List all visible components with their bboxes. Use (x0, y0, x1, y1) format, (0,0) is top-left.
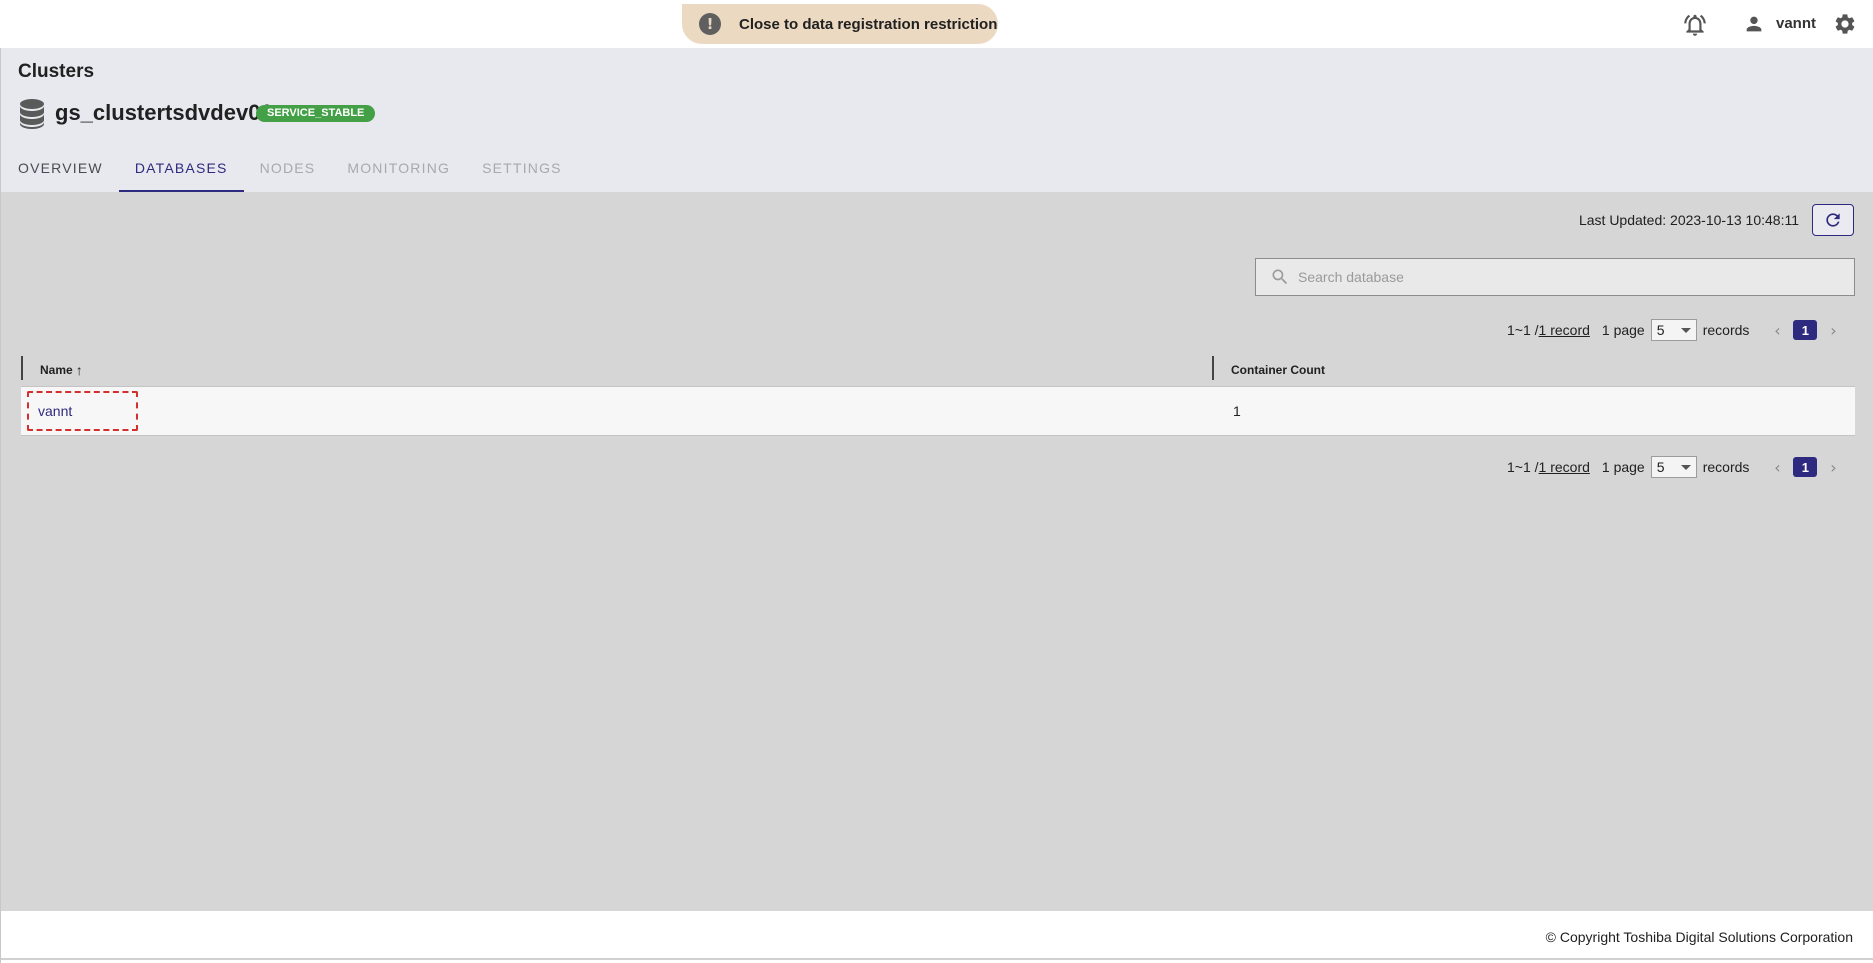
tab-settings[interactable]: SETTINGS (466, 146, 578, 192)
search-input[interactable] (1298, 269, 1838, 285)
container-count-cell: 1 (1233, 403, 1241, 419)
record-range: 1~1 / (1507, 322, 1539, 338)
page-size-select[interactable]: 5 (1650, 319, 1697, 341)
table-header: Name ↑ Container Count (21, 354, 1855, 386)
records-label: records (1702, 322, 1750, 338)
page-count: 1 page (1601, 322, 1645, 338)
database-name-link[interactable]: vannt (38, 387, 72, 435)
pagination-top: 1~1 / 1 record 1 page 5 records ‹ 1 › (1507, 318, 1843, 342)
sort-ascending-icon: ↑ (75, 362, 83, 378)
caret-down-icon (1680, 327, 1691, 333)
refresh-icon (1826, 213, 1840, 227)
bell-alert-icon[interactable] (1682, 12, 1708, 38)
gear-icon[interactable] (1833, 12, 1857, 36)
search-box[interactable] (1255, 258, 1855, 296)
alert-text: Close to data registration restriction (739, 15, 998, 33)
page-number-button[interactable]: 1 (1793, 457, 1818, 477)
record-range: 1~1 / (1507, 459, 1539, 475)
search-icon (1272, 269, 1288, 285)
username[interactable]: vannt (1776, 15, 1816, 32)
chevron-left-icon[interactable]: ‹ (1767, 320, 1787, 340)
footer: © Copyright Toshiba Digital Solutions Co… (0, 911, 1873, 963)
pagination-bottom: 1~1 / 1 record 1 page 5 records ‹ 1 › (1507, 455, 1843, 479)
chevron-left-icon[interactable]: ‹ (1767, 457, 1787, 477)
status-badge: SERVICE_STABLE (256, 105, 376, 122)
chevron-right-icon[interactable]: › (1823, 457, 1843, 477)
copyright-text: © Copyright Toshiba Digital Solutions Co… (1545, 929, 1853, 945)
tab-nodes[interactable]: NODES (244, 146, 332, 192)
table-row[interactable]: vannt 1 (21, 386, 1855, 436)
page-title: Clusters (18, 61, 95, 82)
cluster-tabs: OVERVIEW DATABASES NODES MONITORING SETT… (1, 146, 578, 192)
tab-monitoring[interactable]: MONITORING (331, 146, 466, 192)
column-header-name[interactable]: Name ↑ (40, 354, 83, 386)
column-divider[interactable] (1212, 356, 1214, 380)
exclamation-icon: ! (699, 13, 721, 35)
column-header-container-count[interactable]: Container Count (1231, 354, 1325, 386)
column-name-label: Name (40, 363, 73, 377)
caret-down-icon (1680, 464, 1691, 470)
page-number-button[interactable]: 1 (1793, 320, 1818, 340)
last-updated-text: Last Updated: 2023-10-13 10:48:11 (1578, 212, 1799, 228)
refresh-button[interactable] (1812, 204, 1854, 236)
page-size-value: 5 (1656, 459, 1665, 475)
database-icon (20, 99, 44, 129)
column-divider[interactable] (21, 356, 23, 380)
database-name[interactable]: vannt (38, 403, 72, 419)
cluster-header: Clusters gs_clustertsdvdev01 SERVICE_STA… (0, 48, 1873, 192)
page-size-value: 5 (1656, 322, 1665, 338)
footer-divider (1, 958, 1873, 960)
tab-databases[interactable]: DATABASES (118, 146, 244, 192)
database-table: Name ↑ Container Count vannt 1 (21, 354, 1855, 436)
tab-overview[interactable]: OVERVIEW (1, 146, 119, 192)
user-icon[interactable] (1743, 13, 1765, 35)
records-label: records (1702, 459, 1750, 475)
data-restriction-alert[interactable]: ! Close to data registration restriction (682, 4, 998, 44)
cluster-name: gs_clustertsdvdev01 (55, 100, 273, 125)
page-count: 1 page (1601, 459, 1645, 475)
record-count-link[interactable]: 1 record (1539, 459, 1590, 475)
databases-panel: Last Updated: 2023-10-13 10:48:11 1~1 / … (0, 192, 1873, 911)
top-bar: ! Close to data registration restriction… (0, 0, 1873, 48)
record-count-link[interactable]: 1 record (1539, 322, 1590, 338)
page-size-select[interactable]: 5 (1650, 456, 1697, 478)
chevron-right-icon[interactable]: › (1823, 320, 1843, 340)
